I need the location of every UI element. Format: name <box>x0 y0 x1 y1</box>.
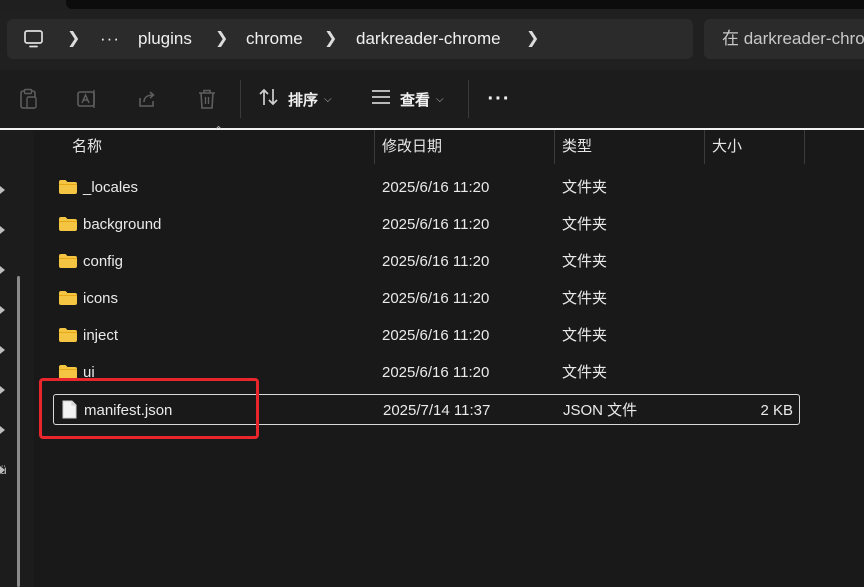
file-modified-date: 2025/6/16 11:20 <box>382 216 490 233</box>
sort-button[interactable]: 排序 ⌵ <box>258 70 332 128</box>
file-type: 文件夹 <box>562 290 608 307</box>
file-modified-date: 2025/6/16 11:20 <box>382 290 490 307</box>
file-type: JSON 文件 <box>563 402 638 419</box>
view-label: 查看 <box>400 91 431 109</box>
column-divider[interactable] <box>374 130 375 164</box>
breadcrumb-item-darkreader-chrome[interactable]: darkreader-chrome <box>356 19 501 59</box>
scrollbar[interactable] <box>17 276 20 587</box>
address-bar-row: ❯ ··· plugins ❯ chrome ❯ darkreader-chro… <box>0 10 864 70</box>
annotation-highlight <box>39 378 259 439</box>
toolbar-divider <box>240 80 241 118</box>
nav-item-fragment: ü <box>0 463 7 477</box>
expand-arrow-icon[interactable] <box>0 386 5 394</box>
file-type: 文件夹 <box>562 364 608 381</box>
navigation-pane[interactable]: ü <box>0 130 34 587</box>
view-icon <box>370 89 392 109</box>
view-button[interactable]: 查看 ⌵ <box>370 70 444 128</box>
column-header-size[interactable]: 大小 <box>712 130 742 164</box>
share-icon[interactable] <box>133 70 161 128</box>
column-header-modified[interactable]: 修改日期 <box>382 130 442 164</box>
search-input[interactable]: 在 darkreader-chrome 中搜索 <box>704 19 864 59</box>
file-row[interactable]: icons 2025/6/16 11:20 文件夹 <box>53 283 800 314</box>
more-options-button[interactable]: ··· <box>486 70 512 128</box>
chevron-right-icon[interactable]: ❯ <box>526 19 539 59</box>
column-divider[interactable] <box>804 130 805 164</box>
expand-arrow-icon[interactable] <box>0 226 5 234</box>
column-header-type[interactable]: 类型 <box>562 130 592 164</box>
file-modified-date: 2025/6/16 11:20 <box>382 179 490 196</box>
file-row[interactable]: _locales 2025/6/16 11:20 文件夹 <box>53 172 800 203</box>
chevron-down-icon: ⌵ <box>436 93 444 105</box>
command-bar: 排序 ⌵ 查看 ⌵ ··· <box>0 70 864 128</box>
breadcrumb-item-plugins[interactable]: plugins <box>138 19 192 59</box>
file-type: 文件夹 <box>562 253 608 270</box>
column-header-name[interactable]: 名称 <box>72 130 102 164</box>
expand-arrow-icon[interactable] <box>0 426 5 434</box>
file-name: inject <box>83 327 119 344</box>
file-type: 文件夹 <box>562 216 608 233</box>
toolbar-divider <box>468 80 469 118</box>
computer-icon[interactable] <box>23 29 45 53</box>
file-modified-date: 2025/6/16 11:20 <box>382 253 490 270</box>
file-name: icons <box>83 290 119 307</box>
sort-icon <box>258 87 280 111</box>
expand-arrow-icon[interactable] <box>0 186 5 194</box>
file-type: 文件夹 <box>562 327 608 344</box>
chevron-right-icon[interactable]: ❯ <box>215 19 228 59</box>
chevron-down-icon: ⌵ <box>324 93 332 105</box>
column-divider[interactable] <box>554 130 555 164</box>
delete-icon[interactable] <box>193 70 221 128</box>
more-icon: ··· <box>487 87 511 110</box>
expand-arrow-icon[interactable] <box>0 306 5 314</box>
file-row[interactable]: config 2025/6/16 11:20 文件夹 <box>53 246 800 277</box>
breadcrumb-item-chrome[interactable]: chrome <box>246 19 303 59</box>
file-name: _locales <box>83 179 139 196</box>
paste-icon[interactable] <box>14 70 42 128</box>
chevron-right-icon[interactable]: ❯ <box>324 19 337 59</box>
expand-arrow-icon[interactable] <box>0 346 5 354</box>
column-divider[interactable] <box>704 130 705 164</box>
rename-icon[interactable] <box>73 70 101 128</box>
search-placeholder: 在 darkreader-chrome 中搜索 <box>722 29 864 48</box>
chevron-right-icon[interactable]: ❯ <box>67 19 80 59</box>
tab-strip <box>66 0 864 9</box>
sort-ascending-icon: ⌃ <box>214 125 224 137</box>
sort-label: 排序 <box>288 91 319 109</box>
file-modified-date: 2025/6/16 11:20 <box>382 364 490 381</box>
file-type: 文件夹 <box>562 179 608 196</box>
breadcrumb[interactable]: ❯ ··· plugins ❯ chrome ❯ darkreader-chro… <box>7 19 693 59</box>
title-strip <box>0 0 864 10</box>
file-modified-date: 2025/6/16 11:20 <box>382 327 490 344</box>
file-name: config <box>83 253 124 270</box>
file-size: 2 KB <box>760 402 793 419</box>
file-name: background <box>83 216 162 233</box>
breadcrumb-more[interactable]: ··· <box>100 19 120 59</box>
expand-arrow-icon[interactable] <box>0 266 5 274</box>
file-row[interactable]: background 2025/6/16 11:20 文件夹 <box>53 209 800 240</box>
file-modified-date: 2025/7/14 11:37 <box>383 402 491 419</box>
file-row[interactable]: inject 2025/6/16 11:20 文件夹 <box>53 320 800 351</box>
